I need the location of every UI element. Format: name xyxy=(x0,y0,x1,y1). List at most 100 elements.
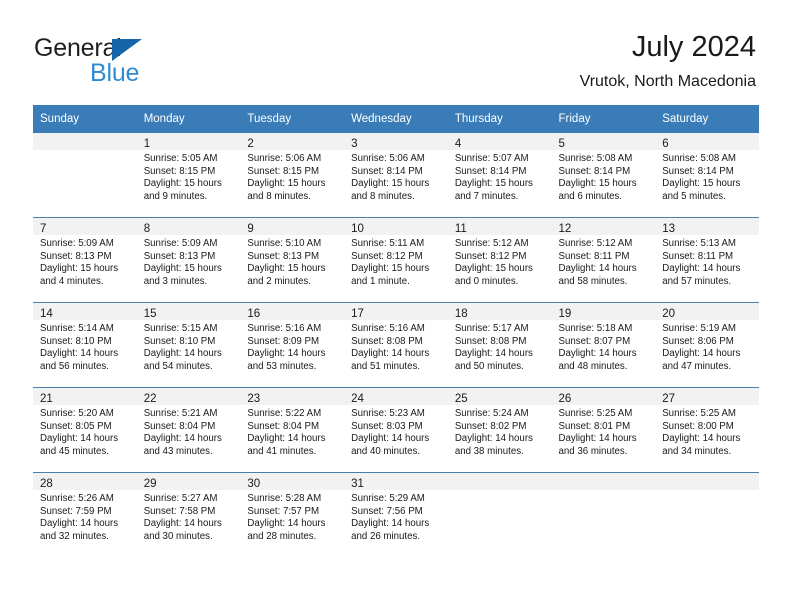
day-cell-inner: 1 Sunrise: 5:05 AM Sunset: 8:15 PM Daylight… xyxy=(136,133,241,217)
day-cell-inner: 13 Sunrise: 5:13 AM Sunset: 8:11 PM Dayligh… xyxy=(655,218,759,302)
day-number: 15 xyxy=(143,308,157,320)
calendar-day-cell[interactable]: 25 Sunrise: 5:24 AM Sunset: 8:02 PM Dayligh… xyxy=(447,387,552,473)
calendar-day-cell[interactable]: 19 Sunrise: 5:18 AM Sunset: 8:07 PM Dayligh… xyxy=(551,302,656,388)
day-detail-line: Daylight: 14 hours xyxy=(662,433,741,445)
day-detail-line: Sunrise: 5:12 AM xyxy=(558,238,633,249)
calendar-day-cell[interactable]: 31 Sunrise: 5:29 AM Sunset: 7:56 PM Dayligh… xyxy=(344,472,448,557)
calendar-day-cell[interactable]: 9 Sunrise: 5:10 AM Sunset: 8:13 PM Daylight… xyxy=(240,217,345,303)
day-detail-line: Daylight: 15 hours xyxy=(143,263,222,275)
calendar-day-cell[interactable]: 29 Sunrise: 5:27 AM Sunset: 7:58 PM Dayligh… xyxy=(136,472,241,557)
day-detail-line: Daylight: 14 hours xyxy=(247,348,326,360)
day-cell-details: Sunrise: 5:23 AM Sunset: 8:03 PM Daylight:… xyxy=(344,405,448,458)
calendar-day-cell[interactable]: 28 Sunrise: 5:26 AM Sunset: 7:59 PM Dayligh… xyxy=(33,472,137,557)
day-number-band: 13 xyxy=(655,218,759,235)
day-detail-line: Sunset: 8:10 PM xyxy=(143,335,216,347)
day-cell-inner: 6 Sunrise: 5:08 AM Sunset: 8:14 PM Daylight… xyxy=(655,133,759,217)
calendar-day-cell[interactable]: 3 Sunrise: 5:06 AM Sunset: 8:14 PM Daylight… xyxy=(344,133,448,218)
calendar-day-cell[interactable]: 2 Sunrise: 5:06 AM Sunset: 8:15 PM Daylight… xyxy=(240,133,345,218)
day-number: 20 xyxy=(662,308,676,320)
day-number-band: 14 xyxy=(33,303,137,320)
day-cell-inner: 19 Sunrise: 5:18 AM Sunset: 8:07 PM Dayligh… xyxy=(551,303,656,387)
weekday-header-thursday: Thursday xyxy=(447,105,552,133)
day-cell-details: Sunrise: 5:26 AM Sunset: 7:59 PM Daylight:… xyxy=(33,490,137,543)
day-cell-details: Sunrise: 5:11 AM Sunset: 8:12 PM Daylight:… xyxy=(344,235,448,288)
calendar-day-cell[interactable]: 24 Sunrise: 5:23 AM Sunset: 8:03 PM Dayligh… xyxy=(344,387,448,473)
day-cell-details: Sunrise: 5:09 AM Sunset: 8:13 PM Daylight:… xyxy=(33,235,137,288)
day-cell-inner: 2 Sunrise: 5:06 AM Sunset: 8:15 PM Daylight… xyxy=(240,133,345,217)
day-number-band: 6 xyxy=(655,133,759,150)
day-detail-line: Sunset: 8:12 PM xyxy=(351,250,423,262)
calendar-day-cell[interactable]: 20 Sunrise: 5:19 AM Sunset: 8:06 PM Dayligh… xyxy=(655,302,759,388)
calendar-day-cell[interactable]: 18 Sunrise: 5:17 AM Sunset: 8:08 PM Dayligh… xyxy=(447,302,552,388)
day-number-band: 16 xyxy=(240,303,345,320)
logo-triangle-icon xyxy=(112,39,142,61)
day-detail-line: Sunset: 8:03 PM xyxy=(351,420,423,432)
day-detail-line: Sunrise: 5:06 AM xyxy=(351,153,425,164)
day-detail-line: and 0 minutes. xyxy=(454,275,519,287)
calendar-page: General Blue July 2024 Vrutok, North Mac… xyxy=(0,0,792,612)
calendar-day-cell[interactable]: 7 Sunrise: 5:09 AM Sunset: 8:13 PM Daylight… xyxy=(33,217,137,303)
general-blue-logo[interactable]: General Blue xyxy=(34,36,234,88)
calendar-day-cell[interactable]: 5 Sunrise: 5:08 AM Sunset: 8:14 PM Daylight… xyxy=(551,133,656,218)
day-detail-line: and 41 minutes. xyxy=(247,445,317,457)
day-detail-line: and 26 minutes. xyxy=(351,530,421,542)
day-detail-line: Sunrise: 5:06 AM xyxy=(247,153,322,164)
calendar-day-cell[interactable]: 26 Sunrise: 5:25 AM Sunset: 8:01 PM Dayligh… xyxy=(551,387,656,473)
calendar-day-cell[interactable]: 15 Sunrise: 5:15 AM Sunset: 8:10 PM Dayligh… xyxy=(136,302,241,388)
day-number: 21 xyxy=(40,393,53,405)
calendar-day-cell[interactable]: 30 Sunrise: 5:28 AM Sunset: 7:57 PM Dayligh… xyxy=(240,472,345,557)
day-detail-line: Sunrise: 5:11 AM xyxy=(351,238,425,249)
day-cell-details: Sunrise: 5:12 AM Sunset: 8:11 PM Daylight:… xyxy=(552,235,656,288)
day-cell-inner: 18 Sunrise: 5:17 AM Sunset: 8:08 PM Dayligh… xyxy=(447,303,552,387)
day-detail-line: and 32 minutes. xyxy=(40,530,109,542)
calendar-day-cell[interactable]: 8 Sunrise: 5:09 AM Sunset: 8:13 PM Daylight… xyxy=(136,217,241,303)
day-number-band xyxy=(655,473,759,490)
day-detail-line: Sunrise: 5:29 AM xyxy=(351,493,425,504)
day-cell-details: Sunrise: 5:14 AM Sunset: 8:10 PM Daylight:… xyxy=(33,320,137,373)
calendar-day-cell[interactable]: 27 Sunrise: 5:25 AM Sunset: 8:00 PM Dayligh… xyxy=(655,387,759,473)
calendar-day-cell[interactable]: 23 Sunrise: 5:22 AM Sunset: 8:04 PM Dayligh… xyxy=(240,387,345,473)
day-number-band: 12 xyxy=(551,218,656,235)
calendar-day-cell[interactable]: 12 Sunrise: 5:12 AM Sunset: 8:11 PM Dayligh… xyxy=(551,217,656,303)
calendar-day-cell[interactable]: 17 Sunrise: 5:16 AM Sunset: 8:08 PM Dayligh… xyxy=(344,302,448,388)
day-detail-line: Daylight: 15 hours xyxy=(454,178,533,190)
day-number: 4 xyxy=(454,138,462,150)
calendar-day-cell[interactable]: 4 Sunrise: 5:07 AM Sunset: 8:14 PM Daylight… xyxy=(447,133,552,218)
day-detail-line: Sunset: 8:08 PM xyxy=(351,335,423,347)
day-cell-details: Sunrise: 5:05 AM Sunset: 8:15 PM Daylight:… xyxy=(137,150,241,203)
day-cell-details: Sunrise: 5:16 AM Sunset: 8:08 PM Daylight:… xyxy=(344,320,448,373)
calendar-day-cell[interactable]: 16 Sunrise: 5:16 AM Sunset: 8:09 PM Dayligh… xyxy=(240,302,345,388)
day-number: 8 xyxy=(143,223,151,235)
calendar-day-cell[interactable]: 13 Sunrise: 5:13 AM Sunset: 8:11 PM Dayligh… xyxy=(655,217,759,303)
day-detail-line: Daylight: 14 hours xyxy=(40,518,119,530)
day-detail-line: and 58 minutes. xyxy=(558,275,628,287)
day-detail-line: Daylight: 14 hours xyxy=(351,348,430,360)
day-cell-details: Sunrise: 5:25 AM Sunset: 8:01 PM Daylight:… xyxy=(552,405,656,458)
calendar-day-cell[interactable]: 14 Sunrise: 5:14 AM Sunset: 8:10 PM Dayligh… xyxy=(33,302,137,388)
day-detail-line: and 40 minutes. xyxy=(351,445,421,457)
calendar-day-cell[interactable]: 10 Sunrise: 5:11 AM Sunset: 8:12 PM Dayligh… xyxy=(344,217,448,303)
day-cell-details: Sunrise: 5:09 AM Sunset: 8:13 PM Daylight:… xyxy=(137,235,241,288)
day-cell-details: Sunrise: 5:25 AM Sunset: 8:00 PM Daylight:… xyxy=(655,405,759,458)
day-detail-line: Sunset: 8:12 PM xyxy=(454,250,527,262)
calendar-day-cell[interactable]: 1 Sunrise: 5:05 AM Sunset: 8:15 PM Daylight… xyxy=(136,133,241,218)
day-number: 9 xyxy=(247,223,254,235)
day-number: 29 xyxy=(143,478,157,490)
calendar-week-row: 1 Sunrise: 5:05 AM Sunset: 8:15 PM Daylight… xyxy=(33,133,759,218)
day-cell-inner: 21 Sunrise: 5:20 AM Sunset: 8:05 PM Dayligh… xyxy=(33,388,137,472)
day-cell-inner: 25 Sunrise: 5:24 AM Sunset: 8:02 PM Dayligh… xyxy=(447,388,552,472)
day-number: 19 xyxy=(558,308,572,320)
calendar-week-row: 14 Sunrise: 5:14 AM Sunset: 8:10 PM Dayligh… xyxy=(33,302,759,388)
weekday-header-tuesday: Tuesday xyxy=(240,105,345,133)
day-detail-line: Sunset: 7:58 PM xyxy=(143,505,216,517)
day-detail-line: Daylight: 14 hours xyxy=(558,348,637,360)
day-cell-details: Sunrise: 5:19 AM Sunset: 8:06 PM Daylight:… xyxy=(655,320,759,373)
day-detail-line: Sunset: 8:14 PM xyxy=(454,165,527,177)
calendar-day-cell[interactable]: 21 Sunrise: 5:20 AM Sunset: 8:05 PM Dayligh… xyxy=(33,387,137,473)
calendar-day-cell[interactable]: 11 Sunrise: 5:12 AM Sunset: 8:12 PM Dayligh… xyxy=(447,217,552,303)
day-detail-line: and 3 minutes. xyxy=(143,275,208,287)
calendar-day-cell[interactable]: 22 Sunrise: 5:21 AM Sunset: 8:04 PM Dayligh… xyxy=(136,387,241,473)
day-number: 27 xyxy=(662,393,676,405)
calendar-day-cell[interactable]: 6 Sunrise: 5:08 AM Sunset: 8:14 PM Daylight… xyxy=(655,133,759,218)
day-cell-inner: 26 Sunrise: 5:25 AM Sunset: 8:01 PM Dayligh… xyxy=(551,388,656,472)
